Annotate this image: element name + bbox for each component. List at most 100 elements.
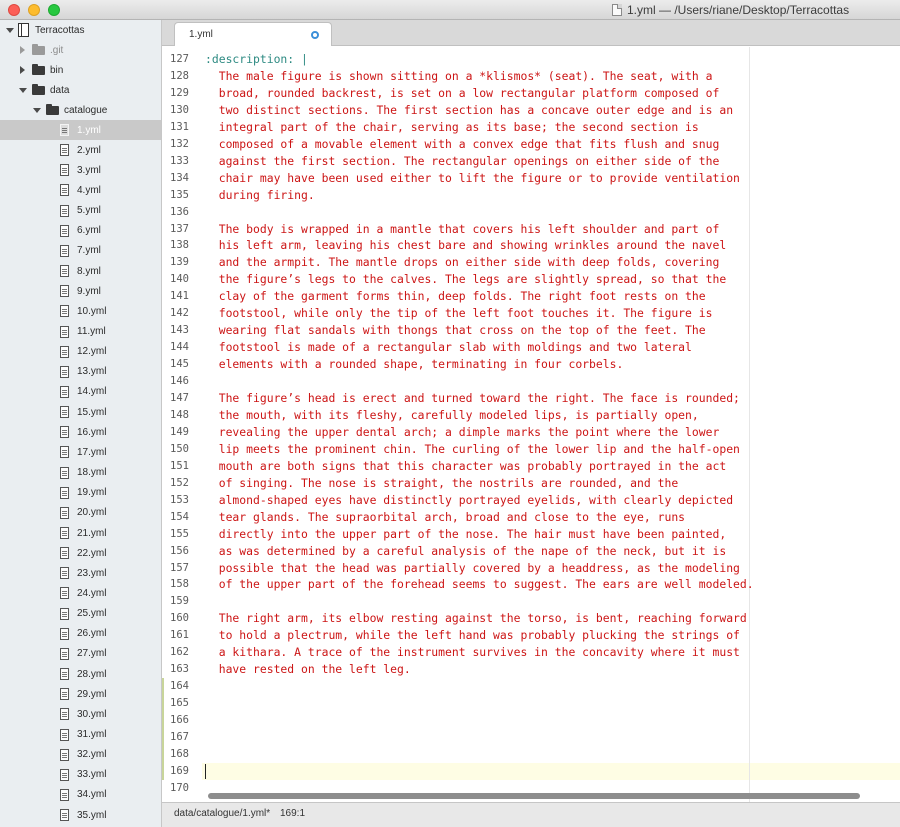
title-bar: 1.yml — /Users/riane/Desktop/Terracottas — [0, 0, 900, 20]
tree-file-item[interactable]: 31.yml — [0, 725, 161, 745]
tree-file-item[interactable]: 21.yml — [0, 523, 161, 543]
tree-file-item[interactable]: 33.yml — [0, 765, 161, 785]
code-line[interactable]: The male figure is shown sitting on a *k… — [205, 68, 713, 85]
tree-file-item[interactable]: 12.yml — [0, 342, 161, 362]
tree-file-item[interactable]: 10.yml — [0, 301, 161, 321]
code-line[interactable]: during firing. — [205, 187, 315, 204]
horizontal-scrollbar[interactable] — [208, 793, 860, 799]
code-line[interactable]: wearing flat sandals with thongs that cr… — [205, 322, 706, 339]
file-icon — [60, 547, 69, 560]
file-icon — [60, 265, 69, 278]
tree-file-item[interactable]: 30.yml — [0, 704, 161, 724]
code-line[interactable]: broad, rounded backrest, is set on a low… — [205, 85, 720, 102]
tree-file-item[interactable]: 18.yml — [0, 463, 161, 483]
code-line[interactable]: against the first section. The rectangul… — [205, 153, 720, 170]
line-number: 131 — [170, 120, 189, 133]
tree-file-item[interactable]: 35.yml — [0, 805, 161, 825]
line-number: 155 — [170, 527, 189, 540]
tree-file-item[interactable]: 28.yml — [0, 664, 161, 684]
disclosure-expanded-icon[interactable] — [33, 108, 41, 113]
tree-file-item[interactable]: 29.yml — [0, 684, 161, 704]
tree-file-item[interactable]: 2.yml — [0, 140, 161, 160]
disclosure-expanded-icon[interactable] — [19, 88, 27, 93]
tree-file-item[interactable]: 14.yml — [0, 382, 161, 402]
tree-file-item[interactable]: 24.yml — [0, 583, 161, 603]
file-icon — [60, 345, 69, 358]
line-number: 134 — [170, 171, 189, 184]
code-line[interactable]: of singing. The nose is straight, the no… — [205, 475, 678, 492]
code-line[interactable]: revealing the upper dental arch; a dimpl… — [205, 424, 720, 441]
code-line[interactable]: chair may have been used either to lift … — [205, 170, 740, 187]
tree-folder-catalogue[interactable]: catalogue — [0, 100, 161, 120]
tree-file-item[interactable]: 34.yml — [0, 785, 161, 805]
tree-folder-git[interactable]: .git — [0, 40, 161, 60]
code-line[interactable]: The body is wrapped in a mantle that cov… — [205, 221, 720, 238]
code-line[interactable]: the figure’s legs to the calves. The leg… — [205, 271, 727, 288]
minimize-window-button[interactable] — [28, 4, 40, 16]
tree-file-item[interactable]: 9.yml — [0, 281, 161, 301]
tree-file-item[interactable]: 19.yml — [0, 483, 161, 503]
code-line[interactable]: of the upper part of the forehead seems … — [205, 576, 754, 593]
tree-file-item[interactable]: 7.yml — [0, 241, 161, 261]
disclosure-collapsed-icon[interactable] — [20, 66, 25, 74]
code-line[interactable]: mouth are both signs that this character… — [205, 458, 727, 475]
code-line[interactable]: and the armpit. The mantle drops on eith… — [205, 254, 720, 271]
tree-file-item[interactable]: 27.yml — [0, 644, 161, 664]
code-line[interactable]: as was determined by a careful analysis … — [205, 543, 727, 560]
tree-file-item[interactable]: 4.yml — [0, 180, 161, 200]
tree-file-item[interactable]: 3.yml — [0, 160, 161, 180]
tree-file-item[interactable]: 17.yml — [0, 442, 161, 462]
line-number: 149 — [170, 425, 189, 438]
tree-folder-label: catalogue — [64, 104, 108, 116]
code-line[interactable]: footstool, while only the tip of the lef… — [205, 305, 713, 322]
code-line[interactable]: The figure’s head is erect and turned to… — [205, 390, 740, 407]
code-line[interactable]: a kithara. A trace of the instrument sur… — [205, 644, 740, 661]
code-line[interactable]: directly into the upper part of the nose… — [205, 526, 727, 543]
code-line[interactable]: elements with a rounded shape, terminati… — [205, 356, 624, 373]
tree-file-item[interactable]: 8.yml — [0, 261, 161, 281]
code-line[interactable]: composed of a movable element with a con… — [205, 136, 720, 153]
tree-file-item[interactable]: 13.yml — [0, 362, 161, 382]
tree-file-item[interactable]: 20.yml — [0, 503, 161, 523]
line-number: 147 — [170, 392, 189, 404]
tab-bar: 1.yml — [162, 20, 900, 46]
code-line[interactable]: possible that the head was partially cov… — [205, 560, 740, 577]
tree-file-item[interactable]: 25.yml — [0, 604, 161, 624]
zoom-window-button[interactable] — [48, 4, 60, 16]
code-line[interactable]: lip meets the prominent chin. The curlin… — [205, 441, 740, 458]
code-line[interactable]: clay of the garment forms thin, deep fol… — [205, 288, 706, 305]
code-line[interactable]: to hold a plectrum, while the left hand … — [205, 627, 740, 644]
disclosure-expanded-icon[interactable] — [6, 28, 14, 33]
tree-folder-data[interactable]: data — [0, 80, 161, 100]
tree-project-root[interactable]: Terracottas — [0, 20, 161, 40]
code-line[interactable]: The right arm, its elbow resting against… — [205, 610, 747, 627]
tree-file-item[interactable]: 26.yml — [0, 624, 161, 644]
code-line[interactable]: the mouth, with its fleshy, carefully mo… — [205, 407, 699, 424]
tab-1-yml[interactable]: 1.yml — [174, 22, 332, 46]
code-editor[interactable]: 127 128 129 130 131 132 133 134 135 136 137 138 139 1… — [162, 47, 900, 802]
tree-file-item[interactable]: 16.yml — [0, 422, 161, 442]
tree-file-item[interactable]: 15.yml — [0, 402, 161, 422]
tree-file-item[interactable]: 5.yml — [0, 201, 161, 221]
close-window-button[interactable] — [8, 4, 20, 16]
tree-file-item[interactable]: 32.yml — [0, 745, 161, 765]
tree-file-label: 1.yml — [77, 124, 101, 136]
tree-file-item[interactable]: 23.yml — [0, 563, 161, 583]
tree-folder-bin[interactable]: bin — [0, 60, 161, 80]
code-line[interactable]: two distinct sections. The first section… — [205, 102, 733, 119]
tree-file-item[interactable]: 11.yml — [0, 322, 161, 342]
tree-file-item[interactable]: 22.yml — [0, 543, 161, 563]
code-line[interactable]: :description: | — [205, 51, 308, 68]
code-line[interactable]: have rested on the left leg. — [205, 661, 411, 678]
tree-file-item[interactable]: 1.yml — [0, 120, 161, 140]
line-number: 154 — [170, 510, 189, 523]
code-line[interactable]: his left arm, leaving his chest bare and… — [205, 237, 727, 254]
code-line[interactable]: tear glands. The supraorbital arch, broa… — [205, 509, 685, 526]
code-line[interactable]: almond-shaped eyes have distinctly portr… — [205, 492, 733, 509]
unsaved-changes-icon[interactable] — [311, 31, 319, 39]
disclosure-collapsed-icon[interactable] — [20, 46, 25, 54]
code-line[interactable]: integral part of the chair, serving as i… — [205, 119, 699, 136]
code-line[interactable]: footstool is made of a rectangular slab … — [205, 339, 692, 356]
tree-file-item[interactable]: 6.yml — [0, 221, 161, 241]
file-icon — [60, 607, 69, 620]
